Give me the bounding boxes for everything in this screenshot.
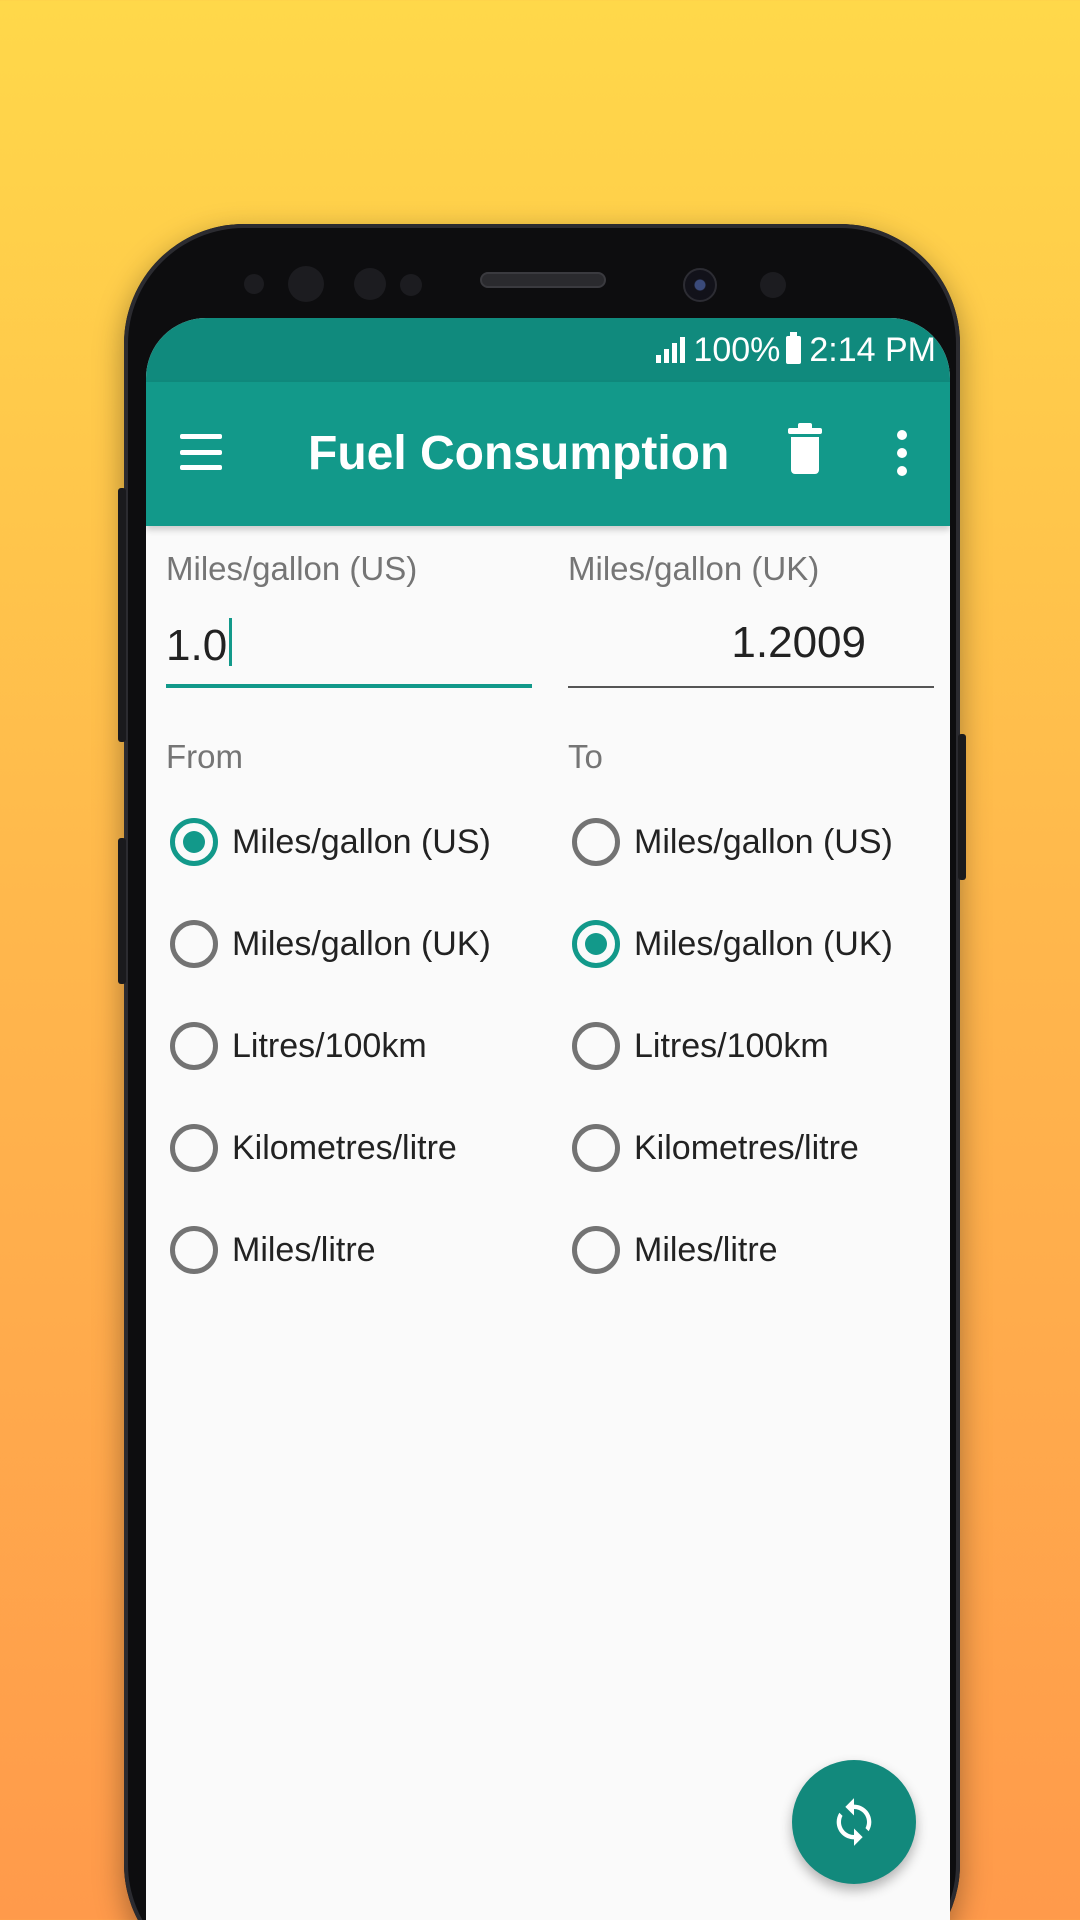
swap-refresh-icon [836,1798,872,1846]
volume-button [118,488,126,742]
app-title: Fuel Consumption [308,427,730,480]
radio-button[interactable] [170,1124,218,1172]
status-bar: 100% 2:14 PM [146,318,950,382]
iris-scanner-icon [288,266,324,302]
to-option-km-litre[interactable]: Kilometres/litre [572,1118,859,1178]
to-value-field[interactable]: 1.2009 [568,618,934,688]
to-option-mpg-uk[interactable]: Miles/gallon (UK) [572,914,893,974]
from-section-label: From [166,738,243,775]
from-option-litres-100km[interactable]: Litres/100km [170,1016,427,1076]
radio-button[interactable] [572,818,620,866]
from-option-mpg-us[interactable]: Miles/gallon (US) [170,812,491,872]
radio-button[interactable] [170,1022,218,1070]
battery-icon [786,332,802,364]
to-section-label: To [568,738,603,775]
app-bar: Fuel Consumption [146,382,950,526]
from-option-miles-litre[interactable]: Miles/litre [170,1220,376,1280]
from-value-input[interactable]: 1.0 [166,618,532,688]
power-button [958,734,966,880]
to-unit-label: Miles/gallon (UK) [568,550,820,587]
radio-button[interactable] [572,1226,620,1274]
front-camera-icon [683,268,717,302]
from-option-km-litre[interactable]: Kilometres/litre [170,1118,457,1178]
trash-icon[interactable] [788,423,822,474]
radio-button[interactable] [170,1226,218,1274]
radio-button[interactable] [572,1124,620,1172]
from-value-text: 1.0 [166,621,228,670]
radio-button[interactable] [572,1022,620,1070]
menu-icon[interactable] [180,434,222,470]
to-option-litres-100km[interactable]: Litres/100km [572,1016,829,1076]
sensor-icon [244,274,264,294]
radio-button-checked[interactable] [572,920,620,968]
overflow-menu-icon[interactable] [896,430,908,476]
bixby-button [118,838,126,984]
earpiece-speaker [480,272,606,288]
text-caret [229,618,233,666]
radio-button-checked[interactable] [170,818,218,866]
to-option-miles-litre[interactable]: Miles/litre [572,1220,778,1280]
battery-percent: 100% [693,330,781,369]
from-unit-label: Miles/gallon (US) [166,550,418,587]
signal-icon [656,337,686,363]
to-option-mpg-us[interactable]: Miles/gallon (US) [572,812,893,872]
status-time: 2:14 PM [809,330,936,369]
app-screen: 100% 2:14 PM Fuel Consumption Miles/gall… [146,318,950,1920]
sensor-icon [400,274,422,296]
from-option-mpg-uk[interactable]: Miles/gallon (UK) [170,914,491,974]
sensor-icon [760,272,786,298]
sensor-icon [354,268,386,300]
swap-units-fab[interactable] [792,1760,916,1884]
to-value-text: 1.2009 [731,618,866,667]
radio-button[interactable] [170,920,218,968]
